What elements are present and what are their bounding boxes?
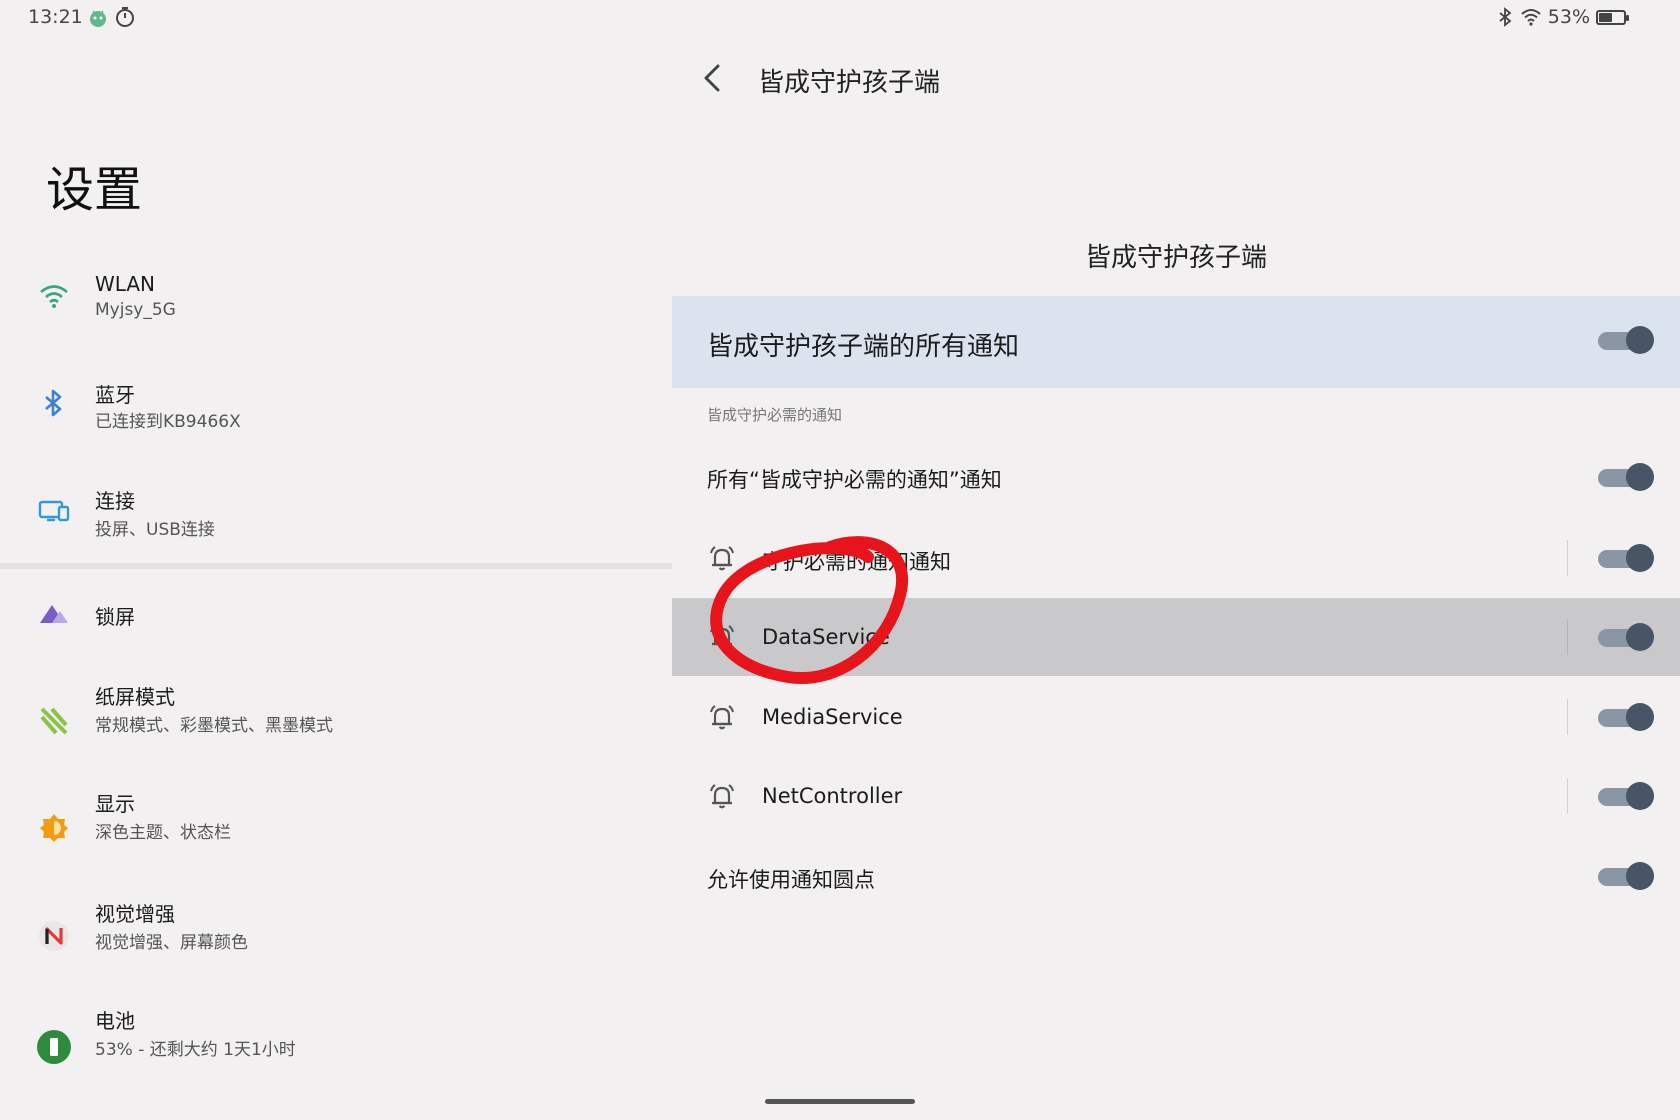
- row-guard-required[interactable]: 守护必需的通知通知: [672, 519, 1680, 597]
- toggle-thumb: [1626, 623, 1654, 651]
- battery-icon: [1596, 9, 1629, 25]
- menu-item-battery[interactable]: 电池 53% - 还剩大约 1天1小时: [0, 997, 672, 1093]
- menu-label: 锁屏: [95, 605, 135, 629]
- menu-item-bluetooth[interactable]: 蓝牙 已连接到KB9466X: [0, 355, 672, 451]
- row-label: 允许使用通知圆点: [707, 868, 875, 892]
- row-dataservice[interactable]: DataService: [672, 598, 1680, 676]
- row-toggle[interactable]: [1598, 861, 1654, 891]
- settings-title: 设置: [46, 162, 143, 218]
- menu-sub: 已连接到KB9466X: [95, 412, 241, 432]
- row-label: 所有“皆成守护必需的通知”通知: [707, 468, 1002, 492]
- menu-label: WLAN: [95, 272, 156, 296]
- lockscreen-icon: [40, 605, 68, 623]
- status-right: 53%: [1496, 6, 1629, 28]
- row-separator: [1567, 699, 1568, 735]
- menu-sub: Myjsy_5G: [95, 300, 176, 320]
- menu-label: 电池: [95, 1009, 135, 1033]
- menu-item-visual-enhance[interactable]: 视觉增强 视觉增强、屏幕颜色: [0, 888, 672, 984]
- master-notification-label: 皆成守护孩子端的所有通知: [707, 332, 1020, 362]
- menu-item-lockscreen[interactable]: 锁屏: [0, 565, 672, 661]
- master-notification-toggle[interactable]: [1598, 325, 1654, 355]
- visual-enhance-icon: [39, 921, 69, 951]
- row-notification-dot[interactable]: 允许使用通知圆点: [672, 838, 1680, 916]
- header-title: 皆成守护孩子端: [758, 68, 941, 98]
- menu-label: 显示: [95, 792, 135, 816]
- toggle-thumb: [1626, 326, 1654, 354]
- menu-label: 视觉增强: [95, 902, 175, 926]
- row-separator: [1567, 619, 1568, 655]
- menu-label: 蓝牙: [95, 383, 135, 407]
- toggle-thumb: [1626, 862, 1654, 890]
- connection-icon: [38, 500, 70, 522]
- display-brightness-icon: [40, 814, 68, 842]
- home-indicator[interactable]: [765, 1099, 915, 1104]
- menu-sub: 53% - 还剩大约 1天1小时: [95, 1040, 296, 1060]
- menu-label: 纸屏模式: [95, 685, 175, 709]
- row-toggle[interactable]: [1598, 781, 1654, 811]
- menu-item-display[interactable]: 显示 深色主题、状态栏: [0, 780, 672, 876]
- section-title: 皆成守护孩子端: [1084, 243, 1267, 273]
- menu-sub: 深色主题、状态栏: [95, 823, 231, 843]
- row-label: DataService: [762, 625, 890, 649]
- bell-alert-icon: [710, 784, 734, 809]
- menu-item-connection[interactable]: 连接 投屏、USB连接: [0, 463, 672, 559]
- status-time: 13:21: [28, 6, 83, 28]
- row-toggle[interactable]: [1598, 462, 1654, 492]
- timer-icon: [116, 7, 134, 27]
- row-label: MediaService: [762, 705, 903, 729]
- row-toggle[interactable]: [1598, 622, 1654, 652]
- bell-alert-icon: [710, 705, 734, 730]
- menu-sub: 投屏、USB连接: [95, 520, 215, 540]
- row-mediaservice[interactable]: MediaService: [672, 678, 1680, 756]
- toggle-thumb: [1626, 463, 1654, 491]
- bell-alert-icon: [710, 546, 734, 571]
- row-netcontroller[interactable]: NetController: [672, 757, 1680, 835]
- menu-sub: 视觉增强、屏幕颜色: [95, 933, 248, 953]
- menu-label: 连接: [95, 489, 135, 513]
- row-all-required[interactable]: 所有“皆成守护必需的通知”通知: [672, 438, 1680, 516]
- row-separator: [1567, 540, 1568, 576]
- toggle-thumb: [1626, 782, 1654, 810]
- battery-icon: [37, 1030, 71, 1064]
- menu-sub: 常规模式、彩墨模式、黑墨模式: [95, 716, 333, 736]
- toggle-thumb: [1626, 703, 1654, 731]
- group-label: 皆成守护必需的通知: [707, 406, 843, 424]
- bell-alert-icon: [710, 625, 734, 650]
- row-label: NetController: [762, 784, 903, 808]
- wifi-icon: [40, 285, 68, 308]
- battery-fill: [1599, 12, 1612, 22]
- paper-mode-icon: [40, 707, 68, 735]
- bluetooth-icon: [45, 389, 62, 417]
- bluetooth-status-icon: [1499, 7, 1512, 27]
- back-arrow-icon[interactable]: [698, 60, 728, 96]
- menu-item-paper-mode[interactable]: 纸屏模式 常规模式、彩墨模式、黑墨模式: [0, 673, 672, 769]
- row-toggle[interactable]: [1598, 543, 1654, 573]
- row-separator: [1567, 778, 1568, 814]
- toggle-thumb: [1626, 544, 1654, 572]
- android-robot-icon: [90, 10, 106, 27]
- battery-percent: 53%: [1547, 6, 1590, 28]
- row-label: 守护必需的通知通知: [762, 550, 951, 574]
- menu-item-wlan[interactable]: WLAN Myjsy_5G: [0, 248, 672, 344]
- row-toggle[interactable]: [1598, 702, 1654, 732]
- wifi-status-icon: [1521, 9, 1541, 26]
